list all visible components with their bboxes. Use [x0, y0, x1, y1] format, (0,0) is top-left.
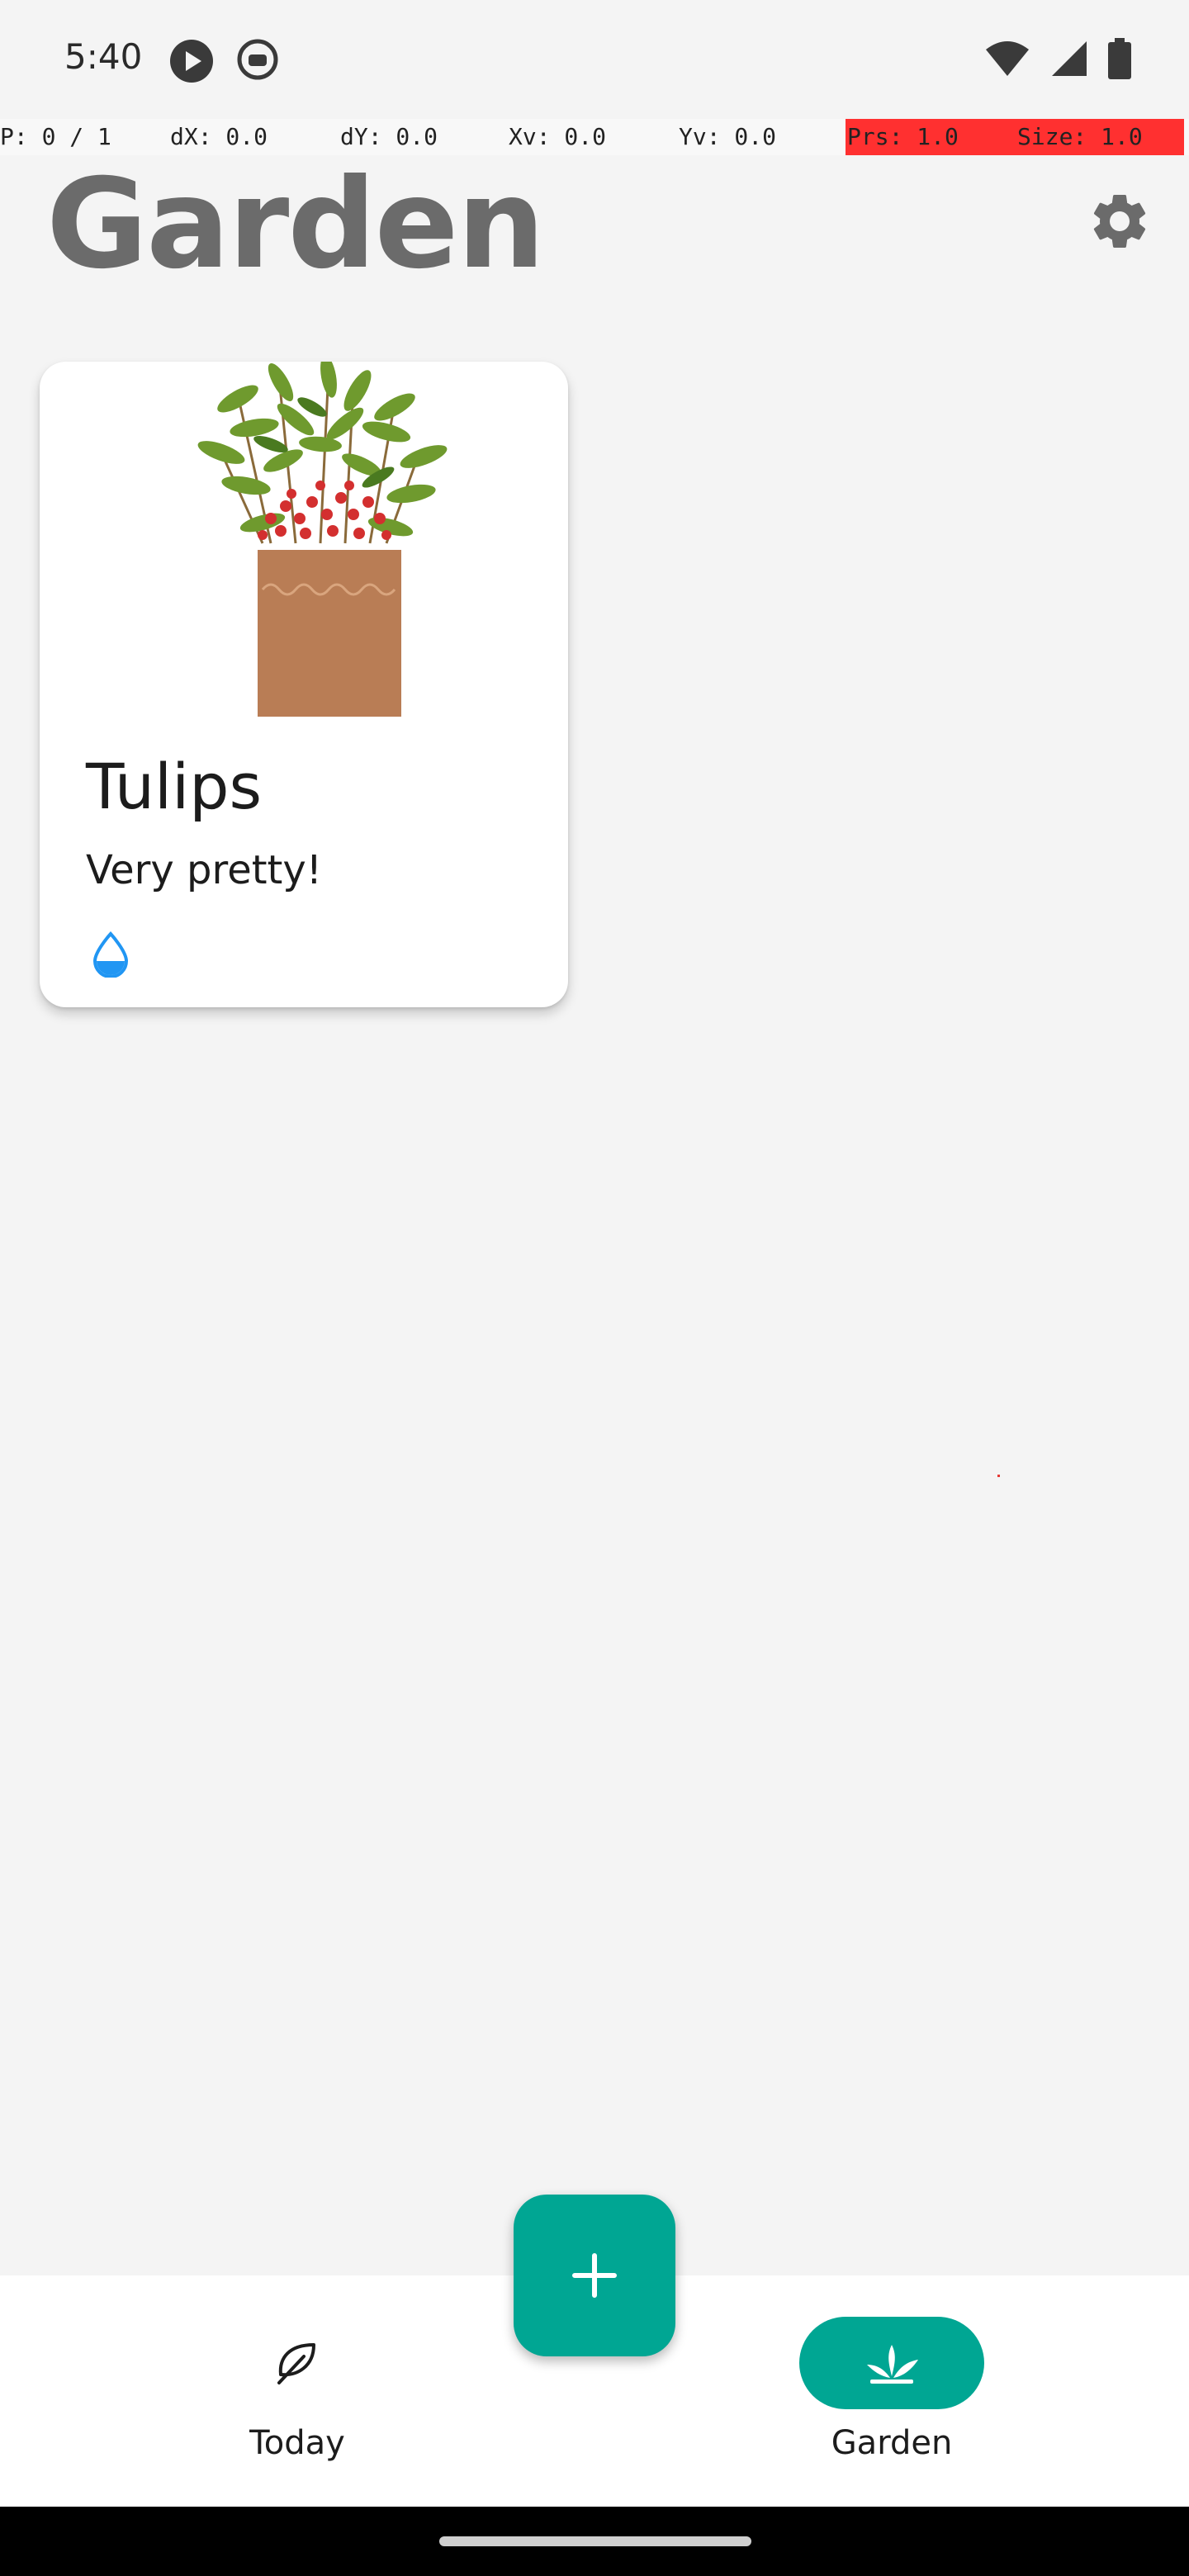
plant-image [197, 362, 448, 717]
overlay-size: Size: 1.0 [1017, 123, 1143, 150]
media-notification-icon [168, 38, 215, 88]
nav-label-garden: Garden [831, 2424, 953, 2462]
status-bar: 5:40 [0, 0, 1189, 119]
nav-item-today[interactable]: Today [0, 2275, 594, 2507]
status-time: 5:40 [64, 36, 143, 77]
nav-garden-icon-container [799, 2317, 984, 2409]
cellular-signal-icon [1050, 40, 1088, 81]
page-title: Garden [46, 153, 545, 296]
plant-card[interactable]: Tulips Very pretty! [40, 362, 568, 1007]
overlay-yv: Yv: 0.0 [679, 123, 777, 150]
pointer-location-overlay: P: 0 / 1 dX: 0.0 dY: 0.0 Xv: 0.0 Yv: 0.0… [0, 119, 1189, 155]
overlay-pointer-count: P: 0 / 1 [0, 123, 111, 150]
android-notification-icon [236, 38, 279, 84]
add-plant-button[interactable] [514, 2195, 675, 2356]
leaf-icon [277, 2343, 315, 2384]
plant-description: Very pretty! [86, 847, 323, 893]
nav-label-today: Today [249, 2424, 345, 2462]
overlay-xv: Xv: 0.0 [509, 123, 607, 150]
overlay-dx: dX: 0.0 [170, 123, 268, 150]
home-gesture-handle[interactable] [439, 2536, 751, 2546]
battery-icon [1108, 38, 1131, 83]
nav-item-garden[interactable]: Garden [594, 2275, 1189, 2507]
overlay-pressure: Prs: 1.0 [847, 123, 959, 150]
plus-icon [572, 2253, 617, 2298]
plant-name: Tulips [86, 750, 263, 823]
gear-icon [1093, 194, 1146, 248]
water-drop-icon [92, 931, 129, 978]
garden-icon [867, 2345, 918, 2384]
wifi-icon [984, 40, 1030, 81]
nav-today-icon-container [205, 2317, 390, 2409]
overlay-dy: dY: 0.0 [340, 123, 438, 150]
settings-button[interactable] [1087, 188, 1153, 254]
pointer-trace-dot [997, 1475, 1000, 1477]
